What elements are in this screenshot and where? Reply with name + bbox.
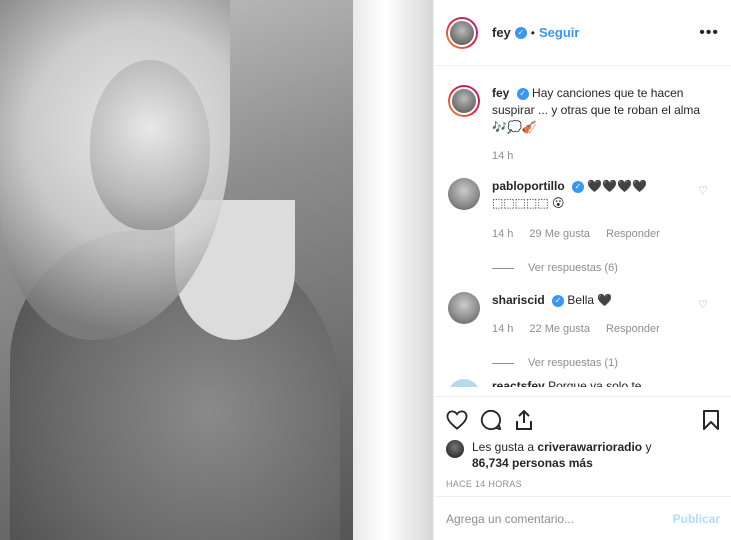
comment-time[interactable]: 14 h: [492, 228, 513, 240]
verified-icon: ✓: [516, 87, 529, 100]
comment-likes[interactable]: 22 Me gusta: [529, 323, 590, 335]
likes-summary: Les gusta a criverawarrioradio y 86,734 …: [446, 439, 720, 471]
comment-input[interactable]: [446, 511, 673, 526]
replies-line: [492, 267, 514, 269]
post-sidebar: fey ✓ • Seguir ••• fey ✓ Hay canciones q…: [433, 0, 731, 540]
reply-button[interactable]: Responder: [606, 323, 660, 335]
comment-username[interactable]: reactsfey: [492, 379, 545, 387]
comment-username[interactable]: pabloportillo: [492, 179, 565, 193]
likes-prefix: Les gusta a: [472, 440, 538, 454]
comment-text: reactsfey Porque ya solo te: [492, 379, 641, 387]
post-time-ago[interactable]: HACE 14 HORAS: [446, 479, 720, 489]
share-icon[interactable]: [514, 409, 534, 431]
follow-button[interactable]: Seguir: [539, 25, 579, 40]
comment-username[interactable]: shariscid: [492, 293, 545, 307]
likes-count[interactable]: 86,734 personas más: [472, 456, 593, 470]
more-options-icon[interactable]: •••: [699, 24, 719, 42]
photo-frame-edge: [353, 0, 433, 540]
comment-item: ♡ pabloportillo ✓ 🖤🖤🖤🖤 ⬚⬚⬚⬚⬚ 😮 14 h 29 M…: [434, 178, 731, 274]
caption-item: fey ✓ Hay canciones que te hacen suspira…: [434, 85, 731, 162]
verified-icon: ✓: [514, 26, 527, 39]
comment-likes[interactable]: 29 Me gusta: [529, 228, 590, 240]
separator-dot: •: [530, 25, 535, 40]
comment-body: Porque ya solo te: [548, 379, 642, 387]
view-replies-label: Ver respuestas (1): [528, 357, 618, 369]
comment-text: shariscid ✓ Bella 🖤: [492, 292, 702, 309]
comment-meta: 14 h 22 Me gusta Responder: [492, 323, 702, 335]
view-replies-label: Ver respuestas (6): [528, 262, 618, 274]
comment-avatar[interactable]: [448, 379, 480, 387]
heart-icon[interactable]: [446, 410, 468, 430]
add-comment-bar: Publicar: [434, 496, 731, 540]
liker-avatar[interactable]: [446, 440, 464, 458]
post-actions: Les gusta a criverawarrioradio y 86,734 …: [434, 396, 731, 489]
liker-username[interactable]: criverawarrioradio: [537, 440, 642, 454]
publish-button[interactable]: Publicar: [673, 512, 720, 526]
author-avatar[interactable]: [446, 16, 478, 49]
caption-text: fey ✓ Hay canciones que te hacen suspira…: [492, 85, 702, 136]
view-replies-button[interactable]: Ver respuestas (6): [492, 262, 702, 274]
post-photo[interactable]: [0, 0, 433, 540]
view-replies-button[interactable]: Ver respuestas (1): [492, 357, 702, 369]
comment-body: Bella 🖤: [567, 293, 613, 307]
like-comment-icon[interactable]: ♡: [698, 184, 708, 197]
comment-meta: 14 h 29 Me gusta Responder: [492, 228, 702, 240]
replies-line: [492, 362, 514, 364]
caption-avatar[interactable]: [448, 85, 480, 117]
post-header: fey ✓ • Seguir •••: [434, 0, 731, 66]
caption-username[interactable]: fey: [492, 86, 509, 100]
verified-icon: ✓: [552, 294, 565, 307]
caption-time[interactable]: 14 h: [492, 150, 513, 162]
comment-avatar[interactable]: [448, 178, 480, 210]
action-icons: [446, 403, 720, 437]
comment-time[interactable]: 14 h: [492, 323, 513, 335]
reply-button[interactable]: Responder: [606, 228, 660, 240]
comments-list[interactable]: fey ✓ Hay canciones que te hacen suspira…: [434, 67, 731, 387]
caption-meta: 14 h: [492, 150, 702, 162]
comment-avatar[interactable]: [448, 292, 480, 324]
likes-middle: y: [642, 440, 652, 454]
author-username[interactable]: fey: [492, 25, 511, 40]
comment-item: ♡ shariscid ✓ Bella 🖤 14 h 22 Me gusta R…: [434, 292, 731, 369]
comment-icon[interactable]: [480, 409, 502, 431]
like-comment-icon[interactable]: ♡: [698, 298, 708, 311]
comment-text: pabloportillo ✓ 🖤🖤🖤🖤 ⬚⬚⬚⬚⬚ 😮: [492, 178, 702, 212]
photo-face: [90, 60, 210, 230]
bookmark-icon[interactable]: [702, 409, 720, 431]
verified-icon: ✓: [572, 180, 584, 193]
